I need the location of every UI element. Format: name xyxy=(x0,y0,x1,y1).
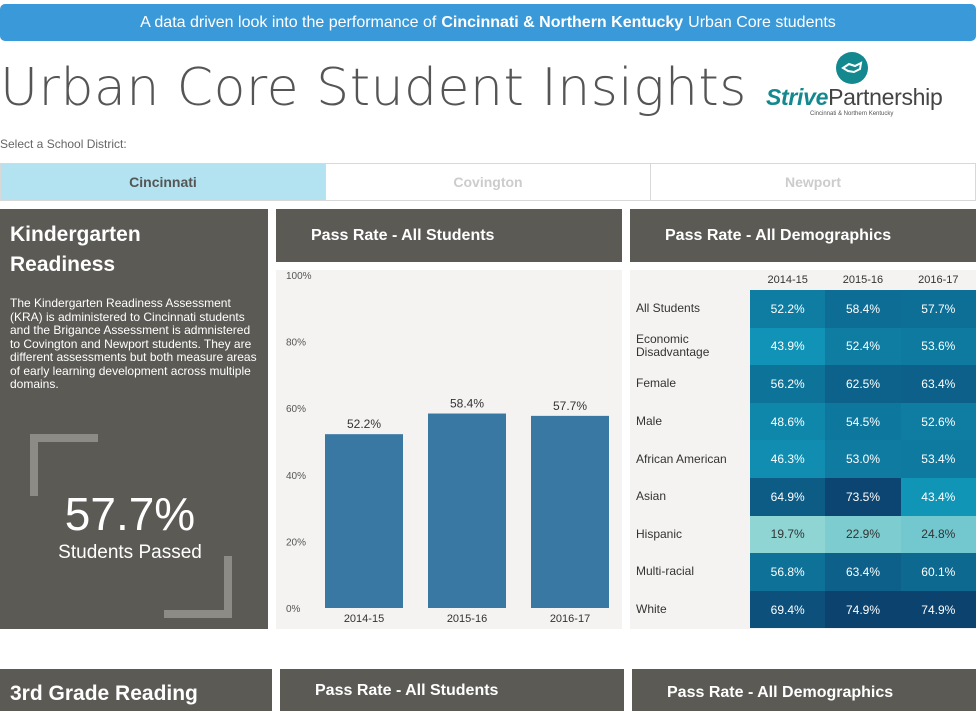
y-axis-tick-label: 100% xyxy=(286,271,312,282)
kindergarten-summary-panel: Kindergarten Readiness The Kindergarten … xyxy=(0,209,268,629)
pass-rate-demographics-title: Pass Rate - All Demographics xyxy=(665,226,892,244)
demographics-heat-table: 2014-15 2015-16 2016-17 All Students 52.2… xyxy=(630,270,976,629)
pass-rate-chart-svg: 0% 20% 40% 60% 80% 100% 52.2% 2014-15 58.4% 2015-… xyxy=(286,271,609,625)
demographic-row-label: Multi-racial xyxy=(636,564,695,579)
demographic-value-cell: 62.5% xyxy=(825,365,901,403)
demographic-row: African American 46.3% 53.0% 53.4% xyxy=(630,440,976,478)
y-axis-tick-label: 20% xyxy=(286,537,306,548)
x-axis-category-label: 2015-16 xyxy=(447,613,487,625)
y-axis-tick-label: 0% xyxy=(286,604,301,615)
banner-highlight: Cincinnati & Northern Kentucky xyxy=(441,13,684,31)
demographic-row-label: Female xyxy=(636,376,677,391)
kindergarten-pass-percent: 57.7% xyxy=(64,488,196,540)
demographic-value-cell: 63.4% xyxy=(825,553,901,591)
demographic-value-cell: 69.4% xyxy=(750,590,826,629)
third-grade-summary-panel: 3rd Grade Reading xyxy=(0,669,272,711)
y-axis-tick-label: 60% xyxy=(286,404,306,415)
bar-value-label: 52.2% xyxy=(347,417,381,431)
third-grade-pass-rate-header: Pass Rate - All Students xyxy=(280,669,624,711)
logo-strive-text: Strive xyxy=(766,84,829,110)
strive-partnership-logo: StrivePartnership Cincinnati & Northern … xyxy=(766,52,946,122)
pass-rate-demographics-header: Pass Rate - All Demographics xyxy=(630,209,976,262)
bar-value-label: 57.7% xyxy=(553,399,587,413)
demographic-row-label: Economic Disadvantage xyxy=(636,332,710,360)
demographic-row: Hispanic 19.7% 22.9% 24.8% xyxy=(630,515,976,554)
demographic-value-cell: 53.6% xyxy=(900,327,976,366)
demographic-row: Asian 64.9% 73.5% 43.4% xyxy=(630,478,976,516)
kindergarten-description: The Kindergarten Readiness Assessment (K… xyxy=(10,296,257,391)
demographic-row: Female 56.2% 62.5% 63.4% xyxy=(630,365,976,403)
demographic-value-cell: 52.2% xyxy=(750,290,826,328)
demographic-value-cell: 54.5% xyxy=(825,402,901,441)
pass-rate-all-students-header: Pass Rate - All Students xyxy=(276,209,622,262)
logo-wordmark: StrivePartnership xyxy=(766,84,943,111)
logo-emblem-icon xyxy=(836,52,868,84)
bar-value-label: 58.4% xyxy=(450,397,484,411)
demographic-value-cell: 48.6% xyxy=(750,402,826,441)
third-grade-pass-rate-title: Pass Rate - All Students xyxy=(315,682,499,699)
demographic-value-cell: 63.4% xyxy=(900,365,976,403)
district-button-newport[interactable]: Newport xyxy=(650,164,975,200)
demographics-year-header: 2014-15 2015-16 2016-17 xyxy=(750,270,976,290)
demographic-value-cell: 22.9% xyxy=(825,515,901,554)
demographic-row-label: Male xyxy=(636,414,663,429)
pass-rate-all-students-title: Pass Rate - All Students xyxy=(311,226,495,244)
year-header-cell: 2016-17 xyxy=(918,274,959,286)
demographic-value-cell: 60.1% xyxy=(900,553,976,591)
district-select-label: Select a School District: xyxy=(0,137,127,151)
y-axis-tick-label: 80% xyxy=(286,338,306,349)
demographic-value-cell: 73.5% xyxy=(825,478,901,516)
district-button-covington[interactable]: Covington xyxy=(325,164,650,200)
demographic-row: Male 48.6% 54.5% 52.6% xyxy=(630,402,976,441)
year-header-cell: 2014-15 xyxy=(767,274,808,286)
demographic-value-cell: 53.4% xyxy=(900,440,976,478)
y-axis-tick-label: 40% xyxy=(286,471,306,482)
demographic-row-label: African American xyxy=(636,451,727,466)
demographic-value-cell: 43.9% xyxy=(750,327,826,366)
demographic-row-label: White xyxy=(636,602,667,617)
bracket-bottom-right xyxy=(164,556,232,618)
demographic-value-cell: 58.4% xyxy=(825,290,901,328)
demographic-value-cell: 56.8% xyxy=(750,553,826,591)
pass-rate-bar[interactable] xyxy=(531,415,609,608)
pass-rate-bar[interactable] xyxy=(325,434,403,608)
kindergarten-section-title: Kindergarten Readiness xyxy=(10,223,141,276)
demographic-value-cell: 74.9% xyxy=(825,590,901,629)
third-grade-demographics-title: Pass Rate - All Demographics xyxy=(667,684,894,701)
banner-suffix: Urban Core students xyxy=(688,13,836,31)
logo-partnership-text: Partnership xyxy=(828,84,943,110)
pass-rate-bar[interactable] xyxy=(428,413,506,608)
demographic-value-cell: 53.0% xyxy=(825,440,901,478)
demographic-row: Multi-racial 56.8% 63.4% 60.1% xyxy=(630,553,976,591)
third-grade-section-title: 3rd Grade Reading xyxy=(10,682,198,705)
district-selector: Cincinnati Covington Newport xyxy=(0,163,976,201)
banner-prefix: A data driven look into the performance … xyxy=(140,13,437,31)
demographic-value-cell: 24.8% xyxy=(900,515,976,554)
demographic-row: All Students 52.2% 58.4% 57.7% xyxy=(630,290,976,328)
top-banner: A data driven look into the performance … xyxy=(0,4,976,41)
demographic-value-cell: 52.6% xyxy=(900,402,976,441)
demographic-value-cell: 74.9% xyxy=(900,590,976,629)
kindergarten-pass-label: Students Passed xyxy=(58,542,202,563)
district-button-cincinnati[interactable]: Cincinnati xyxy=(1,164,325,200)
third-grade-demographics-header: Pass Rate - All Demographics xyxy=(632,669,976,711)
demographic-value-cell: 52.4% xyxy=(825,327,901,366)
x-axis-category-label: 2014-15 xyxy=(344,613,384,625)
page-title: Urban Core Student Insights xyxy=(0,58,747,118)
demographic-value-cell: 64.9% xyxy=(750,478,826,516)
demographic-value-cell: 56.2% xyxy=(750,365,826,403)
demographic-row-label: All Students xyxy=(636,301,701,316)
pass-rate-bar-chart: 0% 20% 40% 60% 80% 100% 52.2% 2014-15 58.4% 2015-… xyxy=(276,270,622,629)
year-header-cell: 2015-16 xyxy=(842,274,884,286)
demographic-row: Economic Disadvantage 43.9% 52.4% 53.6% xyxy=(630,327,976,366)
demographic-value-cell: 19.7% xyxy=(750,515,826,554)
demographic-row: White 69.4% 74.9% 74.9% xyxy=(630,590,976,629)
demographic-value-cell: 43.4% xyxy=(900,478,976,516)
demographic-row-label: Hispanic xyxy=(636,526,683,541)
logo-subtitle: Cincinnati & Northern Kentucky xyxy=(810,111,894,117)
demographic-value-cell: 46.3% xyxy=(750,440,826,478)
x-axis-category-label: 2016-17 xyxy=(550,613,590,625)
demographic-value-cell: 57.7% xyxy=(900,290,976,328)
demographic-row-label: Asian xyxy=(636,489,667,504)
